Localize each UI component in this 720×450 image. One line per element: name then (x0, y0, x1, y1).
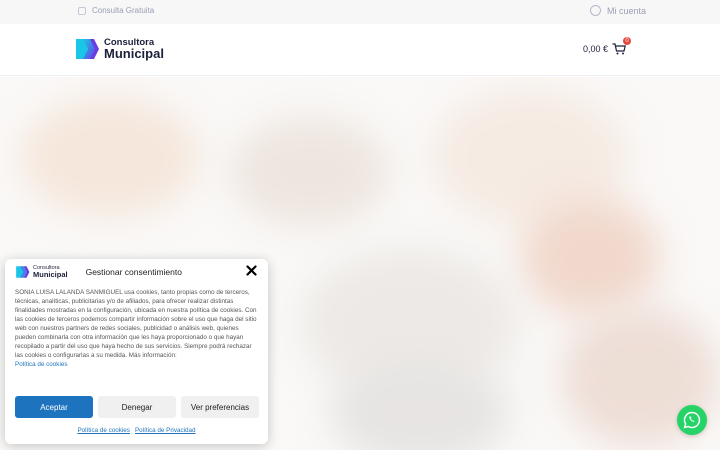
cart-total: 0,00 € (582, 44, 608, 54)
view-preferences-button[interactable]: Ver preferencias (181, 396, 259, 418)
user-icon (589, 5, 601, 16)
close-icon[interactable] (246, 265, 258, 277)
account-link[interactable]: Mi cuenta (589, 5, 646, 16)
whatsapp-button[interactable] (677, 405, 707, 435)
consent-title: Gestionar consentimiento (85, 267, 182, 277)
logo-line2: Municipal (104, 46, 164, 62)
accept-button[interactable]: Aceptar (15, 396, 93, 418)
logo-icon (16, 266, 30, 278)
consent-cookie-policy-link[interactable]: Política de cookies (15, 360, 259, 369)
cart-icon: 0 (612, 37, 631, 55)
privacy-policy-link[interactable]: Política de Privacidad (135, 427, 196, 434)
consent-body: SONIA LUISA LALANDA SANMIGUEL usa cookie… (15, 288, 259, 369)
consent-body-text: SONIA LUISA LALANDA SANMIGUEL usa cookie… (15, 289, 257, 359)
footer-cookie-policy-link[interactable]: Política de cookies (77, 427, 130, 434)
consultation-link[interactable]: Consulta Gratuita (78, 6, 154, 15)
deny-button[interactable]: Denegar (98, 396, 176, 418)
consultation-label: Consulta Gratuita (92, 6, 155, 15)
cookie-consent-dialog: Consultora Municipal Gestionar consentim… (5, 259, 268, 444)
site-header: Consultora Municipal 0,00 € 0 (0, 24, 720, 76)
chat-icon (78, 6, 86, 15)
account-label: Mi cuenta (606, 5, 646, 16)
consent-logo: Consultora Municipal (15, 265, 68, 279)
whatsapp-icon (683, 411, 701, 429)
logo-icon (76, 39, 99, 59)
cart-button[interactable]: 0,00 € 0 (582, 37, 631, 55)
consent-logo-line2: Municipal (33, 270, 68, 279)
top-bar: Consulta Gratuita Mi cuenta (0, 0, 720, 24)
cart-count-badge: 0 (623, 37, 631, 45)
site-logo[interactable]: Consultora Municipal (74, 37, 164, 61)
